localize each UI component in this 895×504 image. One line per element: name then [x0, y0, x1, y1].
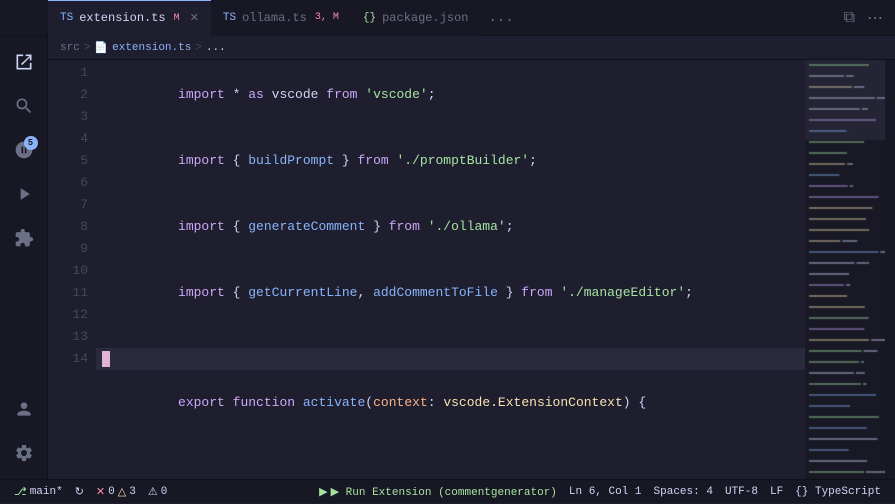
activity-extensions[interactable]: [6, 220, 42, 256]
tab-modified: 3, M: [315, 12, 339, 23]
ts-icon: TS: [223, 12, 236, 24]
tab-label: extension.ts: [79, 11, 165, 25]
status-run-extension[interactable]: ▶ ▶ Run Extension (commentgenerator): [313, 480, 563, 504]
status-language[interactable]: {} TypeScript: [789, 480, 887, 504]
scrollbar[interactable]: [885, 60, 895, 479]
refresh-icon: ↻: [75, 485, 84, 499]
cursor-block: [102, 351, 110, 367]
warning-count: 3: [129, 486, 136, 498]
message-count: 0: [161, 486, 168, 498]
tab-label: package.json: [382, 11, 468, 25]
git-badge: 5: [24, 136, 38, 150]
breadcrumb-root: src: [60, 42, 80, 54]
breadcrumb-sep1: >: [84, 42, 91, 54]
status-spaces[interactable]: Spaces: 4: [648, 480, 719, 504]
code-line-9: console.log('Congratulations, your exten…: [96, 458, 805, 479]
tab-bar: TS extension.ts M ✕ TS ollama.ts 3, M {}…: [0, 0, 895, 36]
run-label: ▶ Run Extension (commentgenerator): [331, 485, 557, 499]
status-messages[interactable]: ⚠ 0: [142, 480, 173, 504]
code-line-8: [96, 436, 805, 458]
tab-package-json[interactable]: {} package.json: [351, 0, 481, 36]
tab-label: ollama.ts: [242, 11, 307, 25]
activity-explorer[interactable]: [6, 44, 42, 80]
main-area: 5 src > 📄 extension.ts > ...: [0, 36, 895, 479]
tab-ollama-ts[interactable]: TS ollama.ts 3, M: [211, 0, 351, 36]
tab-close[interactable]: ✕: [190, 11, 199, 25]
code-line-3: import { generateComment } from './ollam…: [96, 194, 805, 260]
split-editor-icon[interactable]: ⧉: [840, 7, 859, 29]
run-icon: ▶: [319, 485, 327, 499]
code-editor[interactable]: 1 2 3 4 5 6 7 8 9 10 11 12 13 14 import …: [48, 60, 895, 479]
code-line-6: [96, 348, 805, 370]
status-bar: ⎇ main* ↻ ✕ 0 △ 3 ⚠ 0 ▶ ▶ Run Extension …: [0, 479, 895, 503]
code-content[interactable]: import * as vscode from 'vscode'; import…: [96, 60, 805, 479]
code-line-1: import * as vscode from 'vscode';: [96, 62, 805, 128]
activity-settings[interactable]: [6, 435, 42, 471]
warning-icon: △: [118, 485, 126, 499]
code-line-4: import { getCurrentLine, addCommentToFil…: [96, 260, 805, 326]
branch-label: main*: [30, 486, 63, 498]
more-actions-icon[interactable]: ⋯: [863, 6, 887, 30]
breadcrumb-file[interactable]: extension.ts: [112, 42, 191, 54]
line-numbers: 1 2 3 4 5 6 7 8 9 10 11 12 13 14: [48, 60, 96, 479]
editor-area: src > 📄 extension.ts > ... 1 2 3 4 5 6 7…: [48, 36, 895, 479]
tab-modified: M: [174, 13, 180, 24]
breadcrumb: src > 📄 extension.ts > ...: [48, 36, 895, 60]
breadcrumb-sep2: >: [195, 42, 202, 54]
activity-bar: 5: [0, 36, 48, 479]
activity-git[interactable]: 5: [6, 132, 42, 168]
code-line-5: [96, 326, 805, 348]
ts-icon: TS: [60, 12, 73, 24]
tab-bar-actions: ⧉ ⋯: [840, 6, 895, 30]
status-line-ending[interactable]: LF: [764, 480, 789, 504]
status-position[interactable]: Ln 6, Col 1: [563, 480, 648, 504]
error-count: 0: [108, 486, 115, 498]
status-branch[interactable]: ⎇ main*: [8, 480, 69, 504]
minimap: [805, 60, 885, 479]
error-icon: ✕: [96, 485, 105, 499]
activity-debug[interactable]: [6, 176, 42, 212]
status-refresh[interactable]: ↻: [69, 480, 90, 504]
breadcrumb-file-icon: 📄: [94, 41, 108, 55]
tab-overflow[interactable]: ...: [481, 10, 522, 26]
code-line-2: import { buildPrompt } from './promptBui…: [96, 128, 805, 194]
status-errors[interactable]: ✕ 0 △ 3: [90, 480, 142, 504]
pkg-icon: {}: [363, 12, 376, 24]
branch-icon: ⎇: [14, 485, 27, 499]
breadcrumb-current[interactable]: ...: [206, 42, 226, 54]
status-encoding[interactable]: UTF-8: [719, 480, 764, 504]
activity-account[interactable]: [6, 391, 42, 427]
tab-extension-ts[interactable]: TS extension.ts M ✕: [48, 0, 211, 36]
activity-search[interactable]: [6, 88, 42, 124]
message-icon: ⚠: [148, 485, 158, 499]
code-line-7: export function activate(context: vscode…: [96, 370, 805, 436]
